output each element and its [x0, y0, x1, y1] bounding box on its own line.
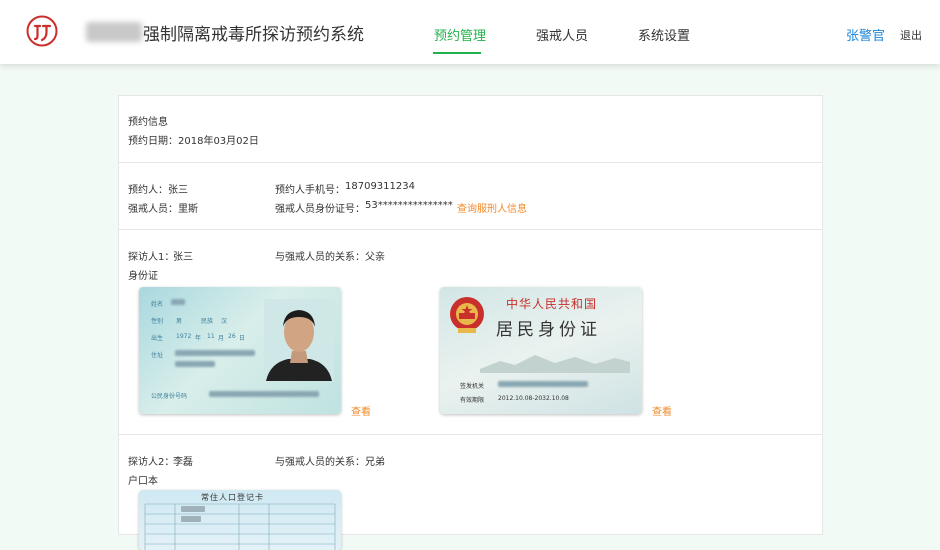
id-validity-label: 有效期限: [460, 397, 485, 404]
nav-appointments[interactable]: 预约管理: [434, 25, 486, 44]
divider: [119, 229, 822, 230]
logo-icon: [26, 15, 58, 47]
divider: [119, 162, 822, 163]
top-header: 强制隔离戒毒所探访预约系统 预约管理 强戒人员 系统设置 张警官 退出: [0, 0, 940, 64]
id-gender-value: 男: [176, 318, 183, 325]
booker-name-value: 张三: [168, 185, 188, 196]
id-validity-value: 2012.10.08-2032.10.08: [498, 395, 569, 402]
booker-phone-label: 预约人手机号：: [275, 185, 345, 196]
view-id-front-link[interactable]: 查看: [351, 403, 371, 418]
id-ethnic-label: 民族: [201, 318, 214, 325]
id-ethnic-value: 汉: [221, 318, 228, 325]
user-name[interactable]: 张警官: [846, 25, 885, 44]
inmate-id-value: 53***************: [365, 200, 453, 211]
id-gender-label: 性别: [151, 318, 164, 325]
visitor2-label: 探访人2：: [128, 457, 175, 468]
appointment-date-value: 2018年03月02日: [178, 136, 259, 147]
visitor2-relation-label: 与强戒人员的关系：: [275, 457, 365, 468]
org-name-redacted: [86, 22, 142, 42]
section-title: 预约信息: [128, 117, 168, 128]
visitor1-relation-label: 与强戒人员的关系：: [275, 252, 365, 263]
great-wall-graphic: [480, 355, 630, 373]
redacted-text: [498, 381, 588, 387]
visitor1-label: 探访人1：: [128, 252, 175, 263]
id-birth-year: 1972: [176, 333, 192, 340]
id-birth-label: 出生: [151, 335, 164, 342]
portrait-photo: [264, 299, 334, 381]
logout-button[interactable]: 退出: [900, 27, 922, 43]
redacted-text: [209, 391, 319, 397]
nav-settings[interactable]: 系统设置: [638, 25, 690, 44]
inmate-id-label: 强戒人员身份证号：: [275, 204, 365, 215]
booker-name-label: 预约人：: [128, 185, 168, 196]
visitor2-relation-value: 兄弟: [365, 457, 385, 468]
appointment-date-label: 预约日期：: [128, 136, 178, 147]
app-title: 强制隔离戒毒所探访预约系统: [143, 25, 364, 45]
id-address-label: 住址: [151, 352, 164, 359]
nav-inmates[interactable]: 强戒人员: [536, 25, 588, 44]
redacted-text: [175, 361, 215, 367]
visitor2-name: 李磊: [173, 457, 193, 468]
inmate-name-value: 里斯: [178, 204, 198, 215]
visitor1-relation-value: 父亲: [365, 252, 385, 263]
id-name-label: 姓名: [151, 301, 164, 308]
id-birth-year-unit: 年: [195, 335, 202, 342]
visitor2-doc-type: 户口本: [128, 476, 158, 487]
hukou-form-grid: [144, 503, 336, 550]
id-birth-day-unit: 日: [239, 335, 246, 342]
national-emblem-icon: [450, 297, 484, 333]
id-authority-label: 签发机关: [460, 383, 485, 390]
nav-active-underline: [433, 52, 481, 54]
id-card-title: 居民身份证: [496, 320, 601, 340]
inmate-name-label: 强戒人员：: [128, 204, 178, 215]
redacted-text: [175, 350, 255, 356]
divider: [119, 434, 822, 435]
id-country-title: 中华人民共和国: [506, 297, 598, 311]
appointment-detail-panel: 预约信息 预约日期： 2018年03月02日 预约人： 张三 预约人手机号： 1…: [118, 95, 823, 550]
id-birth-day: 26: [228, 333, 236, 340]
visitor1-doc-type: 身份证: [128, 271, 158, 282]
id-card-front-image[interactable]: 姓名 性别 男 民族 汉 出生 1972 年 11 月 26 日 住址 公民身份…: [139, 287, 341, 414]
id-birth-month-unit: 月: [218, 335, 225, 342]
view-id-back-link[interactable]: 查看: [652, 403, 672, 418]
hukou-image[interactable]: 常住人口登记卡: [139, 490, 341, 550]
visitor1-name: 张三: [173, 252, 193, 263]
id-birth-month: 11: [207, 333, 215, 340]
redacted-text: [171, 299, 185, 305]
booker-phone-value: 18709311234: [345, 181, 415, 192]
query-inmate-link[interactable]: 查询服刑人信息: [457, 200, 527, 215]
id-card-back-image[interactable]: 中华人民共和国 居民身份证 签发机关 有效期限 2012.10.08-2032.…: [440, 287, 642, 414]
id-number-label: 公民身份号码: [151, 393, 188, 400]
